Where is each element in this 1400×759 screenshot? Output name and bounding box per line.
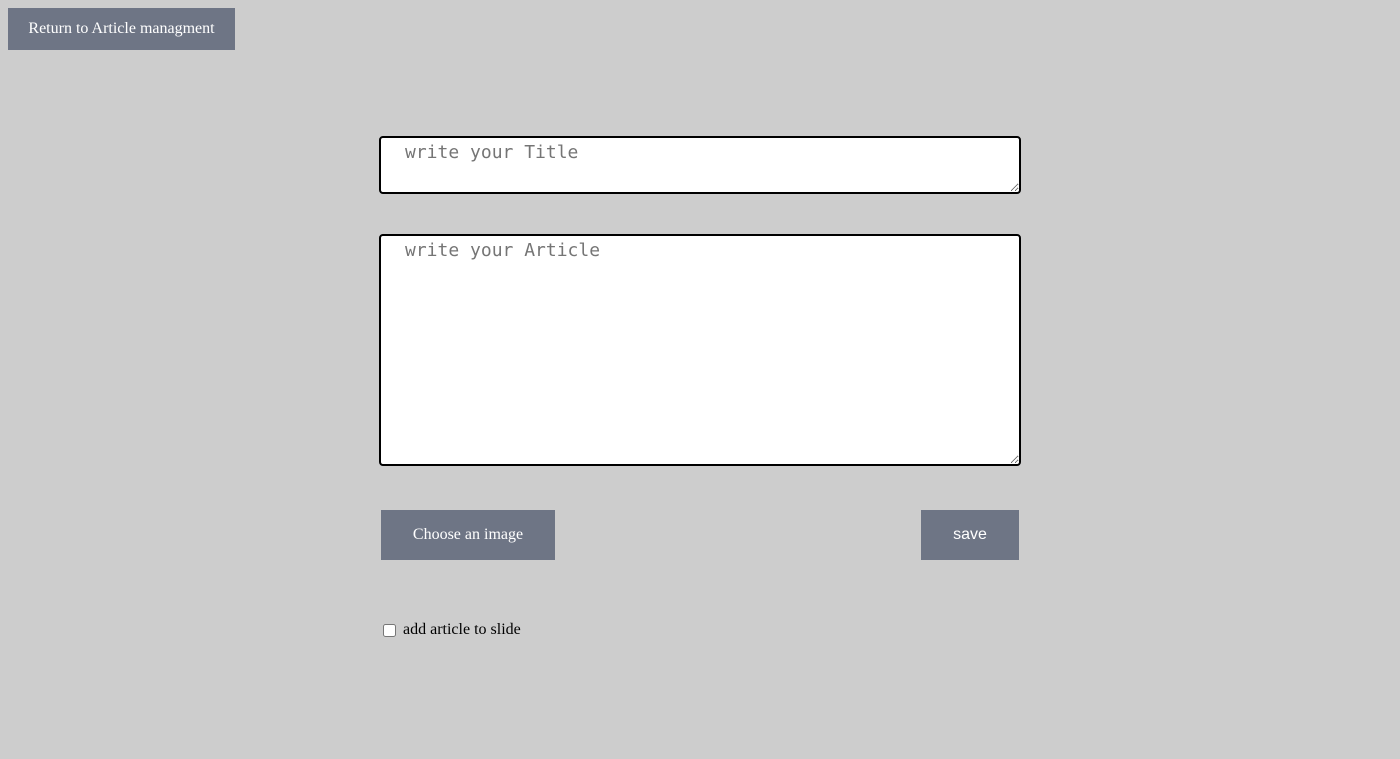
add-to-slide-row: add article to slide <box>383 621 521 639</box>
article-input[interactable] <box>379 234 1021 466</box>
title-input[interactable] <box>379 136 1021 194</box>
add-to-slide-label[interactable]: add article to slide <box>403 621 521 639</box>
add-to-slide-checkbox[interactable] <box>383 623 396 637</box>
return-to-article-management-button[interactable]: Return to Article managment <box>8 8 235 50</box>
choose-image-button[interactable]: Choose an image <box>381 510 555 560</box>
save-button[interactable]: save <box>921 510 1019 560</box>
